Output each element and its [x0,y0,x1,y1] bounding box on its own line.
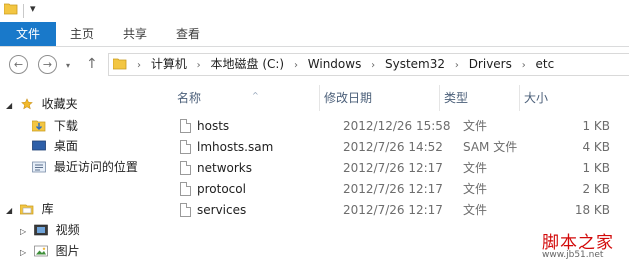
file-size: 1 KB [582,161,610,175]
expand-icon[interactable]: ▷ [20,222,30,242]
file-row[interactable]: services 2012/7/26 12:17 文件 18 KB [180,200,629,221]
folder-icon [113,58,127,70]
forward-button[interactable]: → [38,55,57,74]
tab-home[interactable]: 主页 [60,22,104,46]
file-name: hosts [197,119,230,133]
breadcrumb-separator[interactable]: › [137,60,141,71]
file-name: lmhosts.sam [197,140,274,154]
file-size: 1 KB [582,119,610,133]
folder-icon [4,3,18,15]
column-header-type-label: 类型 [444,91,469,105]
breadcrumb-windows[interactable]: Windows [308,57,362,71]
breadcrumb: › 计算机 › 本地磁盘 (C:) › Windows › System32 ›… [133,54,556,75]
breadcrumb-system32[interactable]: System32 [385,57,445,71]
navigation-pane: ◢ 收藏夹 下载 桌面 最近访问的位置 ◢ 库 ▷ 视频 ▷ 图片 [0,85,160,267]
star-icon [21,98,33,110]
nav-favorites-label: 收藏夹 [41,97,78,111]
collapse-icon[interactable]: ◢ [6,96,16,116]
file-icon [180,140,191,154]
file-type: SAM 文件 [463,140,518,154]
nav-item-label: 桌面 [53,139,78,153]
nav-item-desktop[interactable]: 桌面 [32,136,78,156]
file-date: 2012/7/26 12:17 [343,182,443,196]
nav-item-recent-places[interactable]: 最近访问的位置 [32,157,138,177]
recent-locations-icon[interactable]: ▾ [66,61,70,70]
title-bar: ▾ [0,0,629,22]
file-type: 文件 [463,119,488,133]
tab-file[interactable]: 文件 [0,22,56,46]
desktop-icon [32,140,46,151]
file-name: services [197,203,247,217]
pictures-icon [33,245,48,257]
nav-item-pictures[interactable]: ▷ 图片 [20,241,80,261]
file-date: 2012/7/26 14:52 [343,140,443,154]
quick-access-dropdown-icon[interactable]: ▾ [30,2,36,15]
file-row[interactable]: lmhosts.sam 2012/7/26 14:52 SAM 文件 4 KB [180,137,629,158]
breadcrumb-drivers[interactable]: Drivers [469,57,512,71]
breadcrumb-separator[interactable]: › [371,60,375,71]
tab-share[interactable]: 共享 [112,22,158,46]
ribbon-tabs: 文件 主页 共享 查看 [0,22,629,47]
nav-favorites[interactable]: ◢ 收藏夹 [6,94,78,114]
file-icon [180,161,191,175]
file-icon [180,182,191,196]
recent-places-icon [32,161,46,173]
file-date: 2012/7/26 12:17 [343,203,443,217]
nav-libraries[interactable]: ◢ 库 [6,199,54,219]
file-name: protocol [197,182,246,196]
column-header-size[interactable]: 大小 [520,85,600,111]
breadcrumb-separator[interactable]: › [294,60,298,71]
breadcrumb-separator[interactable]: › [197,60,201,71]
nav-item-videos[interactable]: ▷ 视频 [20,220,80,240]
file-size: 4 KB [582,140,610,154]
file-icon [180,119,191,133]
nav-item-label: 最近访问的位置 [53,160,138,174]
breadcrumb-computer[interactable]: 计算机 [151,57,187,71]
video-icon [34,224,48,236]
nav-item-label: 下载 [53,119,78,133]
library-icon [19,204,34,215]
file-type: 文件 [463,182,488,196]
nav-item-label: 视频 [55,223,80,237]
file-date: 2012/7/26 12:17 [343,161,443,175]
file-date: 2012/12/26 15:58 [343,119,451,133]
nav-libraries-label: 库 [41,202,54,216]
file-icon [180,203,191,217]
sort-ascending-icon: ^ [252,91,259,100]
tab-view[interactable]: 查看 [165,22,211,46]
column-header-name[interactable]: ^ 名称 [173,85,320,111]
back-button[interactable]: ← [9,55,28,74]
file-type: 文件 [463,161,488,175]
address-row: ← → ▾ ↑ › 计算机 › 本地磁盘 (C:) › Windows › Sy… [0,47,629,85]
column-header-size-label: 大小 [524,91,549,105]
nav-item-label: 图片 [55,244,80,258]
watermark: 脚本之家 www.jb51.net [528,228,629,267]
toolbar-separator [23,4,24,18]
up-button[interactable]: ↑ [86,56,98,72]
file-type: 文件 [463,203,488,217]
breadcrumb-separator[interactable]: › [455,60,459,71]
breadcrumb-separator[interactable]: › [522,60,526,71]
column-header-name-label: 名称 [177,91,202,105]
file-row[interactable]: networks 2012/7/26 12:17 文件 1 KB [180,158,629,179]
file-row[interactable]: protocol 2012/7/26 12:17 文件 2 KB [180,179,629,200]
collapse-icon[interactable]: ◢ [6,201,16,221]
column-header-date-label: 修改日期 [324,91,373,105]
expand-icon[interactable]: ▷ [20,243,30,263]
address-bar[interactable]: › 计算机 › 本地磁盘 (C:) › Windows › System32 ›… [108,53,629,76]
watermark-url: www.jb51.net [542,250,604,260]
column-header-row: ^ 名称 修改日期 类型 大小 [161,85,629,111]
breadcrumb-local-disk[interactable]: 本地磁盘 (C:) [211,57,285,71]
file-size: 18 KB [574,203,610,217]
column-header-date[interactable]: 修改日期 [320,85,440,111]
breadcrumb-etc[interactable]: etc [536,57,555,71]
downloads-icon [32,120,46,132]
nav-item-downloads[interactable]: 下载 [32,116,78,136]
column-header-type[interactable]: 类型 [440,85,520,111]
file-size: 2 KB [582,182,610,196]
file-row[interactable]: hosts 2012/12/26 15:58 文件 1 KB [180,116,629,137]
file-name: networks [197,161,252,175]
